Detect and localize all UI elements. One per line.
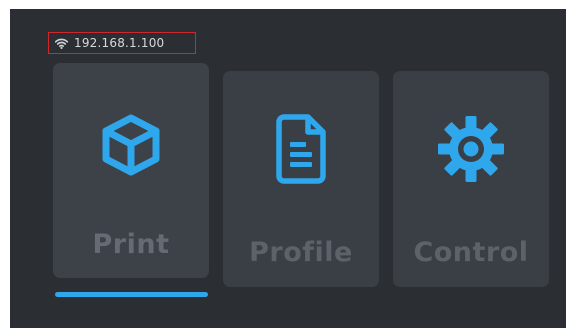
document-icon bbox=[276, 114, 326, 184]
tab-control[interactable]: Control bbox=[393, 71, 549, 287]
tab-print[interactable]: Print bbox=[53, 63, 209, 278]
cube-icon bbox=[102, 114, 160, 176]
active-tab-indicator bbox=[55, 292, 208, 297]
tab-profile[interactable]: Profile bbox=[223, 71, 379, 287]
tab-print-label: Print bbox=[92, 229, 170, 260]
ip-status-bar: 192.168.1.100 bbox=[48, 32, 196, 54]
wifi-icon bbox=[55, 38, 68, 49]
ip-address-text: 192.168.1.100 bbox=[74, 36, 165, 50]
gear-icon bbox=[438, 116, 504, 182]
tab-control-label: Control bbox=[413, 237, 529, 268]
tab-profile-label: Profile bbox=[249, 237, 353, 268]
